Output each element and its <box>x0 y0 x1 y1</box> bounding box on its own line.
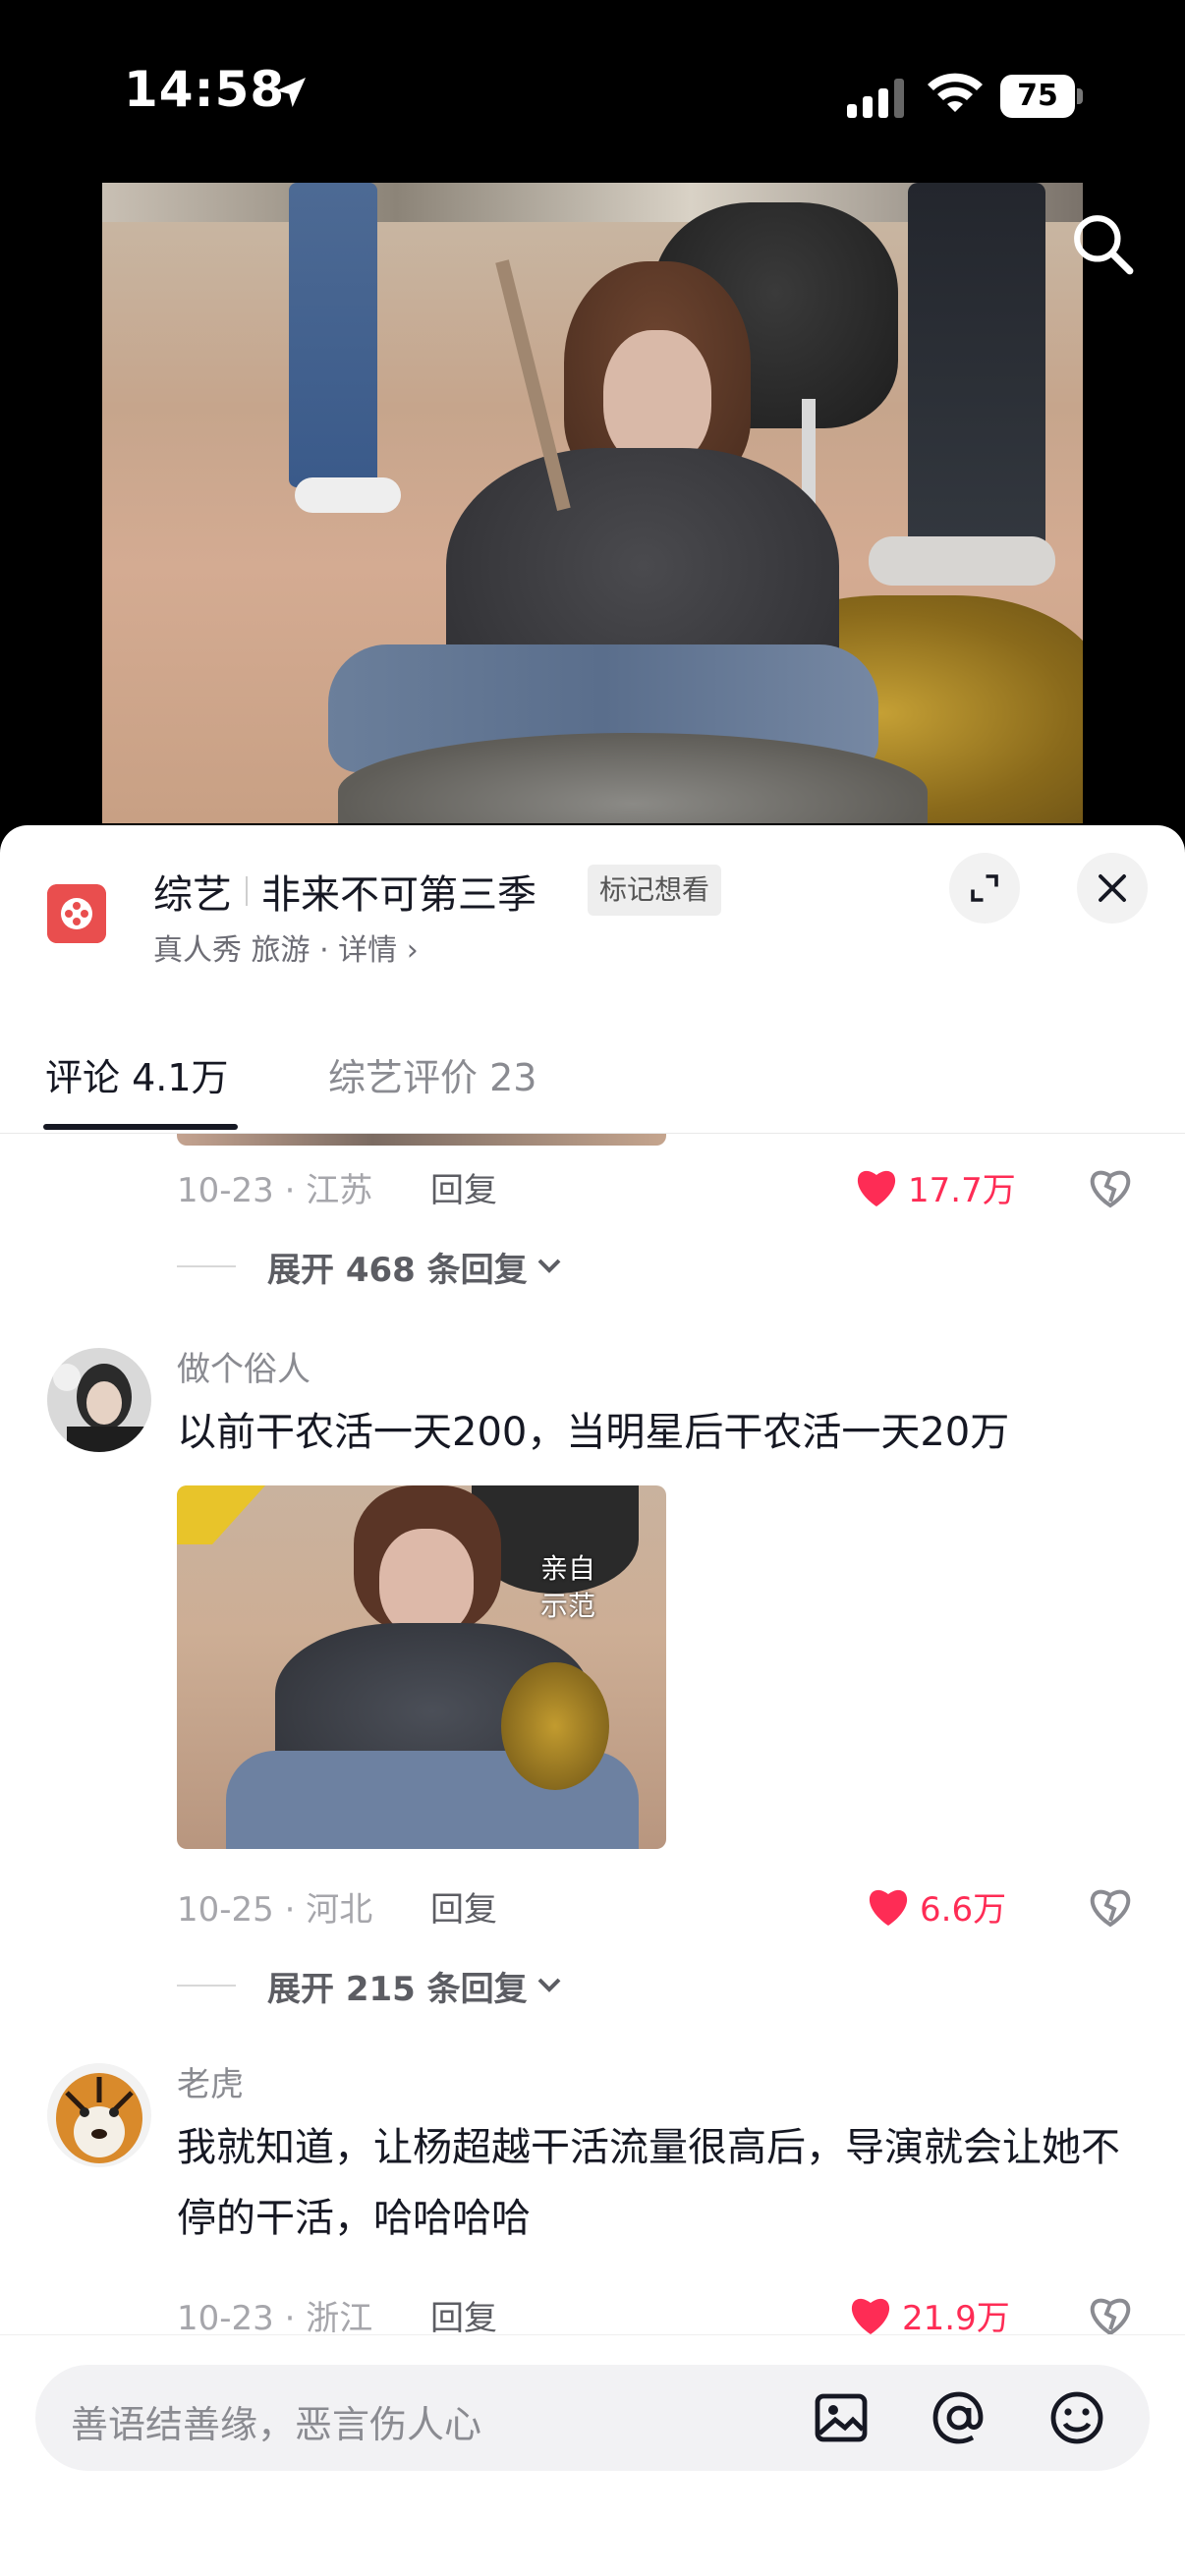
show-meta-text: 真人秀 旅游 · 详情 <box>153 933 398 968</box>
status-bar: 14:58 75 <box>0 0 1185 187</box>
active-tab-indicator <box>43 1124 238 1130</box>
expand-replies-button[interactable]: 展开 215 条回复 <box>177 1961 563 2010</box>
image-caption-line-2: 示范 <box>540 1590 596 1622</box>
heart-icon[interactable] <box>853 1165 900 1208</box>
comment-date-location: 10-23 · 浙江 <box>177 2299 373 2334</box>
close-icon <box>1099 874 1126 902</box>
expand-replies-label: 展开 468 条回复 <box>267 1250 528 1290</box>
heart-icon[interactable] <box>847 2293 894 2334</box>
comment-text: 以前干农活一天200，当明星后干农活一天20万 <box>177 1410 1010 1455</box>
chevron-down-icon <box>537 1259 561 1273</box>
reply-button[interactable]: 回复 <box>430 2291 497 2334</box>
comment-text: 我就知道，让杨超越干活流量很高后，导演就会让她不停的干活，哈哈哈哈 <box>177 2125 1120 2241</box>
show-category: 综艺 <box>153 872 232 918</box>
location-arrow-icon <box>276 78 306 107</box>
comments-panel: 综艺 非来不可第三季 标记想看 真人秀 旅游 · 详情 › 评论 4.1万 综艺… <box>0 825 1185 2576</box>
tab-bar: 评论 4.1万 综艺评价 23 <box>0 992 1185 1134</box>
broken-heart-icon[interactable] <box>1087 2293 1134 2334</box>
image-caption: 亲自 示范 <box>540 1550 595 1625</box>
comment-username[interactable]: 老虎 <box>177 2057 244 2105</box>
expand-icon <box>971 874 998 902</box>
expand-button[interactable] <box>949 853 1020 924</box>
mention-icon[interactable] <box>928 2386 990 2449</box>
comment-username[interactable]: 做个俗人 <box>177 1342 310 1390</box>
comment-meta: 10-25 · 河北 回复 6.6万 <box>177 1882 1150 1932</box>
show-meta[interactable]: 真人秀 旅游 · 详情 › <box>153 925 419 969</box>
comment-date-location: 10-25 · 河北 <box>177 1890 373 1930</box>
wifi-icon <box>928 73 983 112</box>
chevron-down-icon <box>537 1978 561 1992</box>
reply-button[interactable]: 回复 <box>430 1163 497 1211</box>
comment-meta: 10-23 · 浙江 回复 21.9万 <box>177 2291 1150 2334</box>
emoji-icon[interactable] <box>1045 2386 1108 2449</box>
like-count: 6.6万 <box>920 1890 1007 1930</box>
image-icon[interactable] <box>810 2386 873 2449</box>
comment-date-location: 10-23 · 江苏 <box>177 1171 373 1210</box>
expand-replies-label: 展开 215 条回复 <box>267 1969 528 2009</box>
show-name: 非来不可第三季 <box>261 872 536 918</box>
image-caption-line-1: 亲自 <box>540 1552 596 1585</box>
video-player[interactable] <box>102 183 1083 823</box>
heart-icon[interactable] <box>865 1884 912 1928</box>
chevron-right-icon: › <box>406 933 419 968</box>
mark-want-to-watch-button[interactable]: 标记想看 <box>588 865 722 916</box>
cellular-signal-icon <box>847 79 904 118</box>
variety-show-icon <box>47 884 106 943</box>
comment-input-placeholder: 善语结善缘，恶言伤人心 <box>71 2403 482 2446</box>
like-count: 21.9万 <box>902 2299 1010 2334</box>
battery-icon: 75 <box>1000 75 1083 118</box>
show-title[interactable]: 综艺 非来不可第三季 <box>153 863 536 920</box>
expand-replies-button[interactable]: 展开 468 条回复 <box>177 1242 563 1291</box>
search-icon[interactable] <box>1071 212 1136 277</box>
like-count: 17.7万 <box>908 1171 1016 1210</box>
comment-input[interactable]: 善语结善缘，恶言伤人心 <box>35 2365 1150 2471</box>
close-button[interactable] <box>1077 853 1148 924</box>
avatar[interactable] <box>47 1348 151 1452</box>
avatar[interactable] <box>47 2063 151 2167</box>
status-time: 14:58 <box>124 61 286 118</box>
tab-show-reviews[interactable]: 综艺评价 23 <box>328 1047 536 1101</box>
reply-button[interactable]: 回复 <box>430 1882 497 1931</box>
comment-meta: 10-23 · 江苏 回复 17.7万 <box>177 1163 1150 1212</box>
broken-heart-icon[interactable] <box>1087 1884 1134 1930</box>
comment-image[interactable]: 亲自 示范 <box>177 1485 666 1849</box>
comment-input-bar: 善语结善缘，恶言伤人心 <box>0 2334 1185 2576</box>
battery-level: 75 <box>1000 75 1075 118</box>
comment-list[interactable]: 10-23 · 江苏 回复 17.7万 展开 468 条回复 做个俗人 以前干农… <box>0 1134 1185 2334</box>
tab-comments[interactable]: 评论 4.1万 <box>45 1047 229 1101</box>
broken-heart-icon[interactable] <box>1087 1165 1134 1210</box>
comment-image[interactable] <box>177 1134 666 1146</box>
